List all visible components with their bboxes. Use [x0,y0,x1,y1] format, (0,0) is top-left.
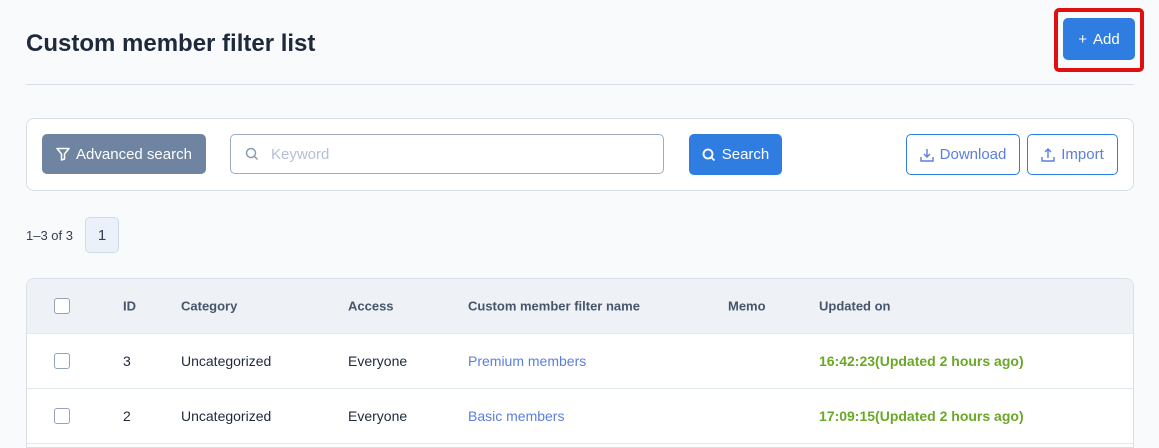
highlight-box [1054,8,1144,72]
upload-icon [1041,147,1055,162]
table-row: 3 Uncategorized Everyone Premium members… [27,334,1133,389]
select-all-checkbox[interactable] [54,298,70,314]
table-header: ID Category Access Custom member filter … [27,279,1133,334]
row-name-link[interactable]: Premium members [468,353,586,369]
row-name-link[interactable]: Basic members [468,408,564,424]
row-access: Everyone [348,353,408,369]
import-label: Import [1061,146,1104,163]
row-updated: 16:42:23(Updated 2 hours ago) [819,353,1024,369]
advanced-search-button[interactable]: Advanced search [42,134,206,174]
table-row: 2 Uncategorized Everyone Basic members 1… [27,389,1133,444]
row-access: Everyone [348,408,408,424]
filter-icon [56,147,70,161]
row-id: 3 [123,353,131,369]
row-updated: 17:09:15(Updated 2 hours ago) [819,408,1024,424]
download-icon [919,148,934,162]
row-id: 2 [123,408,131,424]
result-count: 1–3 of 3 [26,228,73,243]
download-label: Download [939,146,1007,163]
search-icon [245,147,259,161]
page-title: Custom member filter list [26,30,316,57]
keyword-input[interactable] [271,145,651,163]
column-category[interactable]: Category [181,299,237,314]
column-name[interactable]: Custom member filter name [468,299,640,314]
column-id[interactable]: ID [123,299,136,314]
row-checkbox[interactable] [54,353,70,369]
column-access[interactable]: Access [348,299,394,314]
search-icon [702,148,715,161]
search-label: Search [721,146,770,163]
import-button[interactable]: Import [1027,134,1118,175]
column-memo[interactable]: Memo [728,299,766,314]
page-button-1[interactable]: 1 [85,217,119,253]
column-updated[interactable]: Updated on [819,299,891,314]
divider [26,84,1134,85]
advanced-search-label: Advanced search [76,145,192,163]
keyword-input-wrapper[interactable] [230,134,664,174]
download-button[interactable]: Download [906,134,1020,175]
row-category: Uncategorized [181,408,272,424]
search-button[interactable]: Search [689,134,782,175]
filter-table: ID Category Access Custom member filter … [26,278,1134,448]
row-category: Uncategorized [181,353,272,369]
row-checkbox[interactable] [54,408,70,424]
